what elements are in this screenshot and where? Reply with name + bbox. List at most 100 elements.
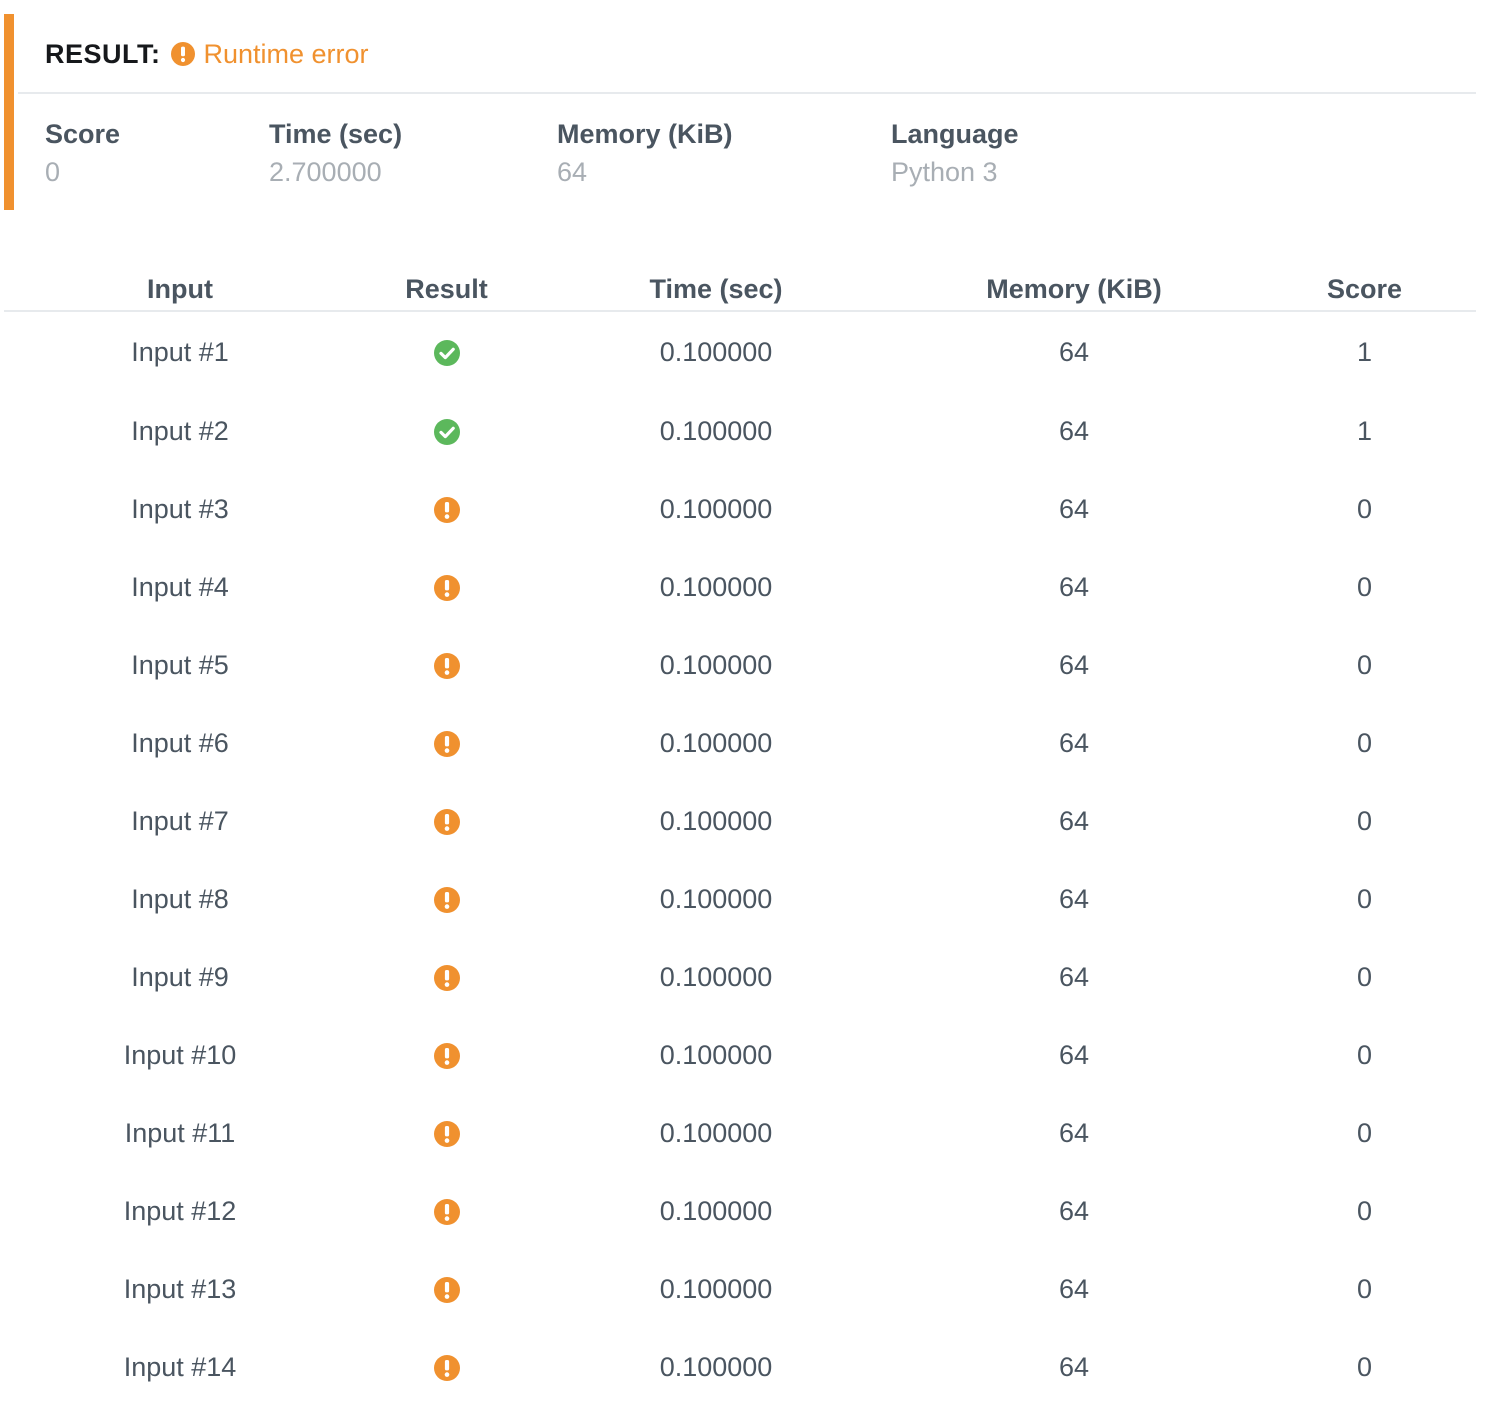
stat-score-label: Score — [45, 119, 121, 149]
cell-result — [356, 860, 537, 938]
exclamation-circle-icon — [433, 1121, 460, 1148]
result-label: RESULT: — [45, 38, 161, 69]
cell-time: 0.100000 — [659, 571, 773, 602]
cell-input: Input #5 — [131, 649, 229, 680]
table-row: Input #5 0.100000 64 0 — [4, 626, 1476, 704]
cell-score: 1 — [1356, 415, 1373, 446]
cell-input: Input #6 — [131, 727, 229, 758]
cell-memory: 64 — [1058, 1195, 1090, 1226]
result-status-text: Runtime error — [203, 38, 369, 69]
cell-memory: 64 — [1058, 571, 1090, 602]
exclamation-circle-icon — [433, 653, 460, 680]
result-header: RESULT: Runtime error — [45, 36, 369, 72]
cell-input: Input #12 — [123, 1195, 237, 1226]
cell-result — [356, 782, 537, 860]
cell-time: 0.100000 — [659, 493, 773, 524]
cell-score: 0 — [1356, 1195, 1373, 1226]
exclamation-circle-icon — [433, 731, 460, 758]
stat-memory-value: 64 — [557, 157, 588, 187]
exclamation-circle-icon — [433, 1199, 460, 1226]
column-header-input: Input — [4, 268, 356, 312]
exclamation-circle-icon — [433, 1355, 460, 1382]
cell-time: 0.100000 — [659, 961, 773, 992]
table-row: Input #11 0.100000 64 0 — [4, 1094, 1476, 1172]
stat-time-value: 2.700000 — [269, 157, 382, 187]
cell-input: Input #2 — [131, 415, 229, 446]
exclamation-circle-icon — [433, 887, 460, 914]
cell-result — [356, 938, 537, 1016]
cell-memory: 64 — [1058, 805, 1090, 836]
table-row: Input #13 0.100000 64 0 — [4, 1250, 1476, 1328]
cell-memory: 64 — [1058, 1117, 1090, 1148]
cell-memory: 64 — [1058, 883, 1090, 914]
cell-time: 0.100000 — [659, 883, 773, 914]
cell-score: 0 — [1356, 961, 1373, 992]
column-header-score: Score — [1253, 268, 1476, 312]
cell-memory: 64 — [1058, 1039, 1090, 1070]
cell-result — [356, 1094, 537, 1172]
cell-score: 1 — [1356, 336, 1373, 367]
cell-time: 0.100000 — [659, 1351, 773, 1382]
cell-result — [356, 1016, 537, 1094]
stat-time-label: Time (sec) — [269, 119, 403, 149]
cell-memory: 64 — [1058, 649, 1090, 680]
exclamation-circle-icon — [433, 1277, 460, 1304]
cell-time: 0.100000 — [659, 336, 773, 367]
table-row: Input #3 0.100000 64 0 — [4, 470, 1476, 548]
exclamation-circle-icon — [433, 809, 460, 836]
cell-result — [356, 1172, 537, 1250]
cell-input: Input #10 — [123, 1039, 237, 1070]
cell-time: 0.100000 — [659, 1117, 773, 1148]
cell-time: 0.100000 — [659, 415, 773, 446]
exclamation-circle-icon — [433, 1043, 460, 1070]
stat-score: Score 0 — [45, 116, 120, 190]
cell-result — [356, 704, 537, 782]
cell-score: 0 — [1356, 1273, 1373, 1304]
cell-time: 0.100000 — [659, 1039, 773, 1070]
table-row: Input #1 0.100000 64 1 — [4, 311, 1476, 392]
table-row: Input #14 0.100000 64 0 — [4, 1328, 1476, 1406]
cell-result — [356, 392, 537, 470]
cell-input: Input #13 — [123, 1273, 237, 1304]
exclamation-circle-icon — [433, 575, 460, 602]
cell-result — [356, 470, 537, 548]
cell-score: 0 — [1356, 571, 1373, 602]
cell-time: 0.100000 — [659, 805, 773, 836]
stat-language-label: Language — [891, 119, 1019, 149]
exclamation-circle-icon — [433, 965, 460, 992]
cell-memory: 64 — [1058, 1351, 1090, 1382]
check-circle-icon — [433, 419, 460, 446]
stat-time: Time (sec) 2.700000 — [269, 116, 402, 190]
column-header-result: Result — [356, 268, 537, 312]
exclamation-circle-icon — [433, 497, 460, 524]
cell-score: 0 — [1356, 1039, 1373, 1070]
table-row: Input #4 0.100000 64 0 — [4, 548, 1476, 626]
stat-memory-label: Memory (KiB) — [557, 119, 733, 149]
test-cases-table: Input Result Time (sec) Memory (KiB) Sco… — [4, 268, 1476, 1406]
cell-input: Input #7 — [131, 805, 229, 836]
cell-input: Input #11 — [124, 1117, 236, 1148]
cell-time: 0.100000 — [659, 1195, 773, 1226]
table-body: Input #1 0.100000 64 1 Input #2 0.100000 64 1 In… — [4, 311, 1476, 1406]
cell-score: 0 — [1356, 727, 1373, 758]
table-row: Input #8 0.100000 64 0 — [4, 860, 1476, 938]
cell-memory: 64 — [1058, 493, 1090, 524]
cell-memory: 64 — [1058, 961, 1090, 992]
cell-score: 0 — [1356, 883, 1373, 914]
cell-input: Input #3 — [131, 493, 229, 524]
cell-time: 0.100000 — [659, 727, 773, 758]
column-header-memory: Memory (KiB) — [895, 268, 1253, 312]
cell-score: 0 — [1356, 805, 1373, 836]
cell-score: 0 — [1356, 1117, 1373, 1148]
cell-time: 0.100000 — [659, 649, 773, 680]
cell-score: 0 — [1356, 1351, 1373, 1382]
cell-input: Input #1 — [131, 336, 229, 367]
table-header-row: Input Result Time (sec) Memory (KiB) Sco… — [4, 268, 1476, 312]
cell-result — [356, 1328, 537, 1406]
cell-memory: 64 — [1058, 727, 1090, 758]
cell-result — [356, 1250, 537, 1328]
result-summary-card: RESULT: Runtime error Score 0 Time (sec)… — [4, 14, 1476, 210]
table-row: Input #9 0.100000 64 0 — [4, 938, 1476, 1016]
stat-language-value: Python 3 — [891, 157, 998, 187]
table-row: Input #6 0.100000 64 0 — [4, 704, 1476, 782]
